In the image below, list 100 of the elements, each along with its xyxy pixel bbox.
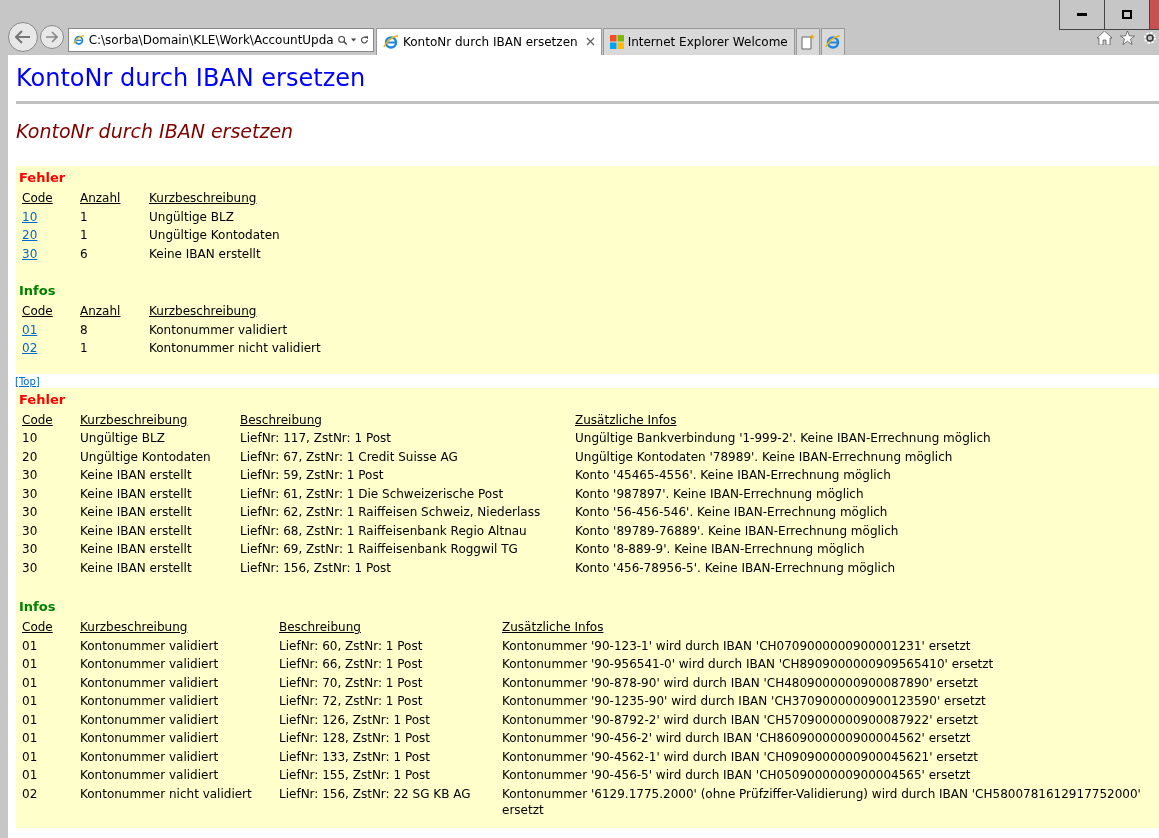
table-cell-text: 01	[21, 656, 39, 673]
table-cell-text: 01	[21, 693, 39, 710]
table-cell-text: 1	[79, 227, 89, 244]
table-cell-text: LiefNr: 67, ZstNr: 1 Credit Suisse AG	[239, 448, 459, 466]
table-cell-text: Kontonummer validiert	[79, 656, 220, 673]
table-cell-text: Kontonummer nicht validiert	[79, 785, 253, 803]
address-bar[interactable]: C:\sorba\Domain\KLE\Work\AccountUpda	[68, 28, 374, 52]
column-header: Beschreibung	[239, 411, 323, 429]
code-link[interactable]: 30	[22, 246, 38, 261]
table-cell-text: Kontonummer '90-123-1' wird durch IBAN 'CH0709000000900001231' ersetzt	[501, 637, 972, 655]
table-cell-text: 8	[79, 321, 89, 339]
table-cell-text: 30	[21, 504, 39, 521]
home-icon[interactable]	[1097, 31, 1112, 45]
table-cell-text: 01	[21, 637, 39, 655]
table-cell-text: Konto '56-456-546'. Keine IBAN-Errechnung möglich	[574, 504, 889, 521]
top-link[interactable]: [Top]	[15, 375, 40, 387]
table-cell-text: 01	[21, 674, 39, 692]
ie-logo-icon	[383, 34, 399, 50]
table-cell-text: 30	[21, 541, 39, 558]
table-cell-text: Konto '8-889-9'. Keine IBAN-Errechnung möglich	[574, 541, 866, 558]
code-link[interactable]: 01	[22, 322, 38, 337]
table-cell-text: 20	[21, 448, 39, 466]
table-cell-text: 02	[21, 785, 39, 803]
table-cell-text: LiefNr: 69, ZstNr: 1 Raiffeisenbank Roggwil TG	[239, 541, 519, 558]
table-cell-text: 1	[79, 340, 89, 357]
column-header: Code	[21, 190, 54, 207]
table-cell-text: LiefNr: 68, ZstNr: 1 Raiffeisenbank Regio Altnau	[239, 522, 528, 540]
column-header: Kurzbeschreibung	[79, 619, 189, 636]
page-title: KontoNr durch IBAN ersetzen	[16, 63, 367, 94]
column-header: Anzahl	[79, 303, 122, 320]
table-cell-text: LiefNr: 66, ZstNr: 1 Post	[278, 656, 424, 673]
table-cell-text: Kontonummer '90-956541-0' wird durch IBAN 'CH8909000000909565410' ersetzt	[501, 656, 995, 673]
table-cell-text: 30	[21, 485, 39, 503]
table-cell-text: Kontonummer '6129.1775.2000' (ohne Prüfziffer-Validierung) wird durch IBAN 'CH5800781612917752000' ersetzt	[501, 785, 1142, 819]
table-cell-text: LiefNr: 59, ZstNr: 1 Post	[239, 467, 385, 484]
maximize-icon	[1122, 10, 1132, 19]
forward-button[interactable]	[40, 25, 64, 49]
table-cell-text: Ungültige BLZ	[79, 430, 166, 447]
table-cell-text: Konto '987897'. Keine IBAN-Errechnung möglich	[574, 485, 865, 503]
table-cell-text: LiefNr: 126, ZstNr: 1 Post	[278, 711, 431, 729]
table-cell-text: Keine IBAN erstellt	[79, 541, 193, 558]
column-header: Beschreibung	[278, 619, 362, 636]
browser-tab[interactable]: KontoNr durch IBAN ersetzen	[376, 28, 602, 55]
table-cell-text: Keine IBAN erstellt	[79, 522, 193, 540]
table-cell-text: Ungültige BLZ	[148, 208, 235, 226]
section-heading: Fehler	[19, 391, 67, 407]
ie-logo-icon	[73, 32, 85, 48]
table-cell-text: LiefNr: 61, ZstNr: 1 Die Schweizerische Post	[239, 485, 505, 503]
column-header: Code	[21, 619, 54, 636]
section-heading: Infos	[19, 599, 57, 614]
star-icon[interactable]	[1120, 31, 1135, 45]
table-cell-text: Kontonummer validiert	[79, 674, 220, 692]
back-button[interactable]	[8, 22, 38, 52]
table-cell-text: Konto '45465-4556'. Keine IBAN-Errechnung möglich	[574, 467, 892, 484]
section-heading: Fehler	[19, 170, 67, 185]
new-tab-icon	[800, 34, 815, 50]
page-subtitle: KontoNr durch IBAN ersetzen	[16, 119, 295, 144]
column-header: Kurzbeschreibung	[79, 411, 189, 429]
browser-button[interactable]	[820, 28, 845, 55]
code-link[interactable]: 02	[22, 341, 38, 355]
table-cell-text: Kontonummer validiert	[79, 693, 220, 710]
table-cell-text: LiefNr: 133, ZstNr: 1 Post	[278, 748, 431, 766]
column-header: Code	[21, 411, 54, 429]
table-cell-text: Keine IBAN erstellt	[79, 504, 193, 521]
refresh-icon[interactable]	[360, 34, 369, 46]
code-link[interactable]: 20	[22, 228, 38, 242]
minimize-icon	[1077, 13, 1087, 16]
table-cell-text: Kontonummer validiert	[79, 767, 220, 784]
table-cell-text: Keine IBAN erstellt	[79, 559, 193, 577]
table-cell-text: Kontonummer '90-4562-1' wird durch IBAN 'CH0909000000900045621' ersetzt	[501, 748, 980, 766]
minimize-button[interactable]	[1059, 0, 1105, 30]
ie-logo-icon	[824, 34, 841, 50]
settings-icon[interactable]	[1143, 31, 1157, 45]
table-cell-text: 1	[79, 208, 89, 226]
table-cell-text: 01	[21, 767, 39, 784]
table-cell-text: LiefNr: 70, ZstNr: 1 Post	[278, 674, 424, 692]
table-cell-text: Ungültige Kontodaten	[148, 227, 281, 244]
table-cell-text: LiefNr: 155, ZstNr: 1 Post	[278, 767, 431, 784]
table-cell-text: LiefNr: 128, ZstNr: 1 Post	[278, 730, 431, 747]
table-cell-text: Kontonummer validiert	[79, 711, 220, 729]
table-cell-text: LiefNr: 72, ZstNr: 1 Post	[278, 693, 424, 710]
table-cell-text: 01	[21, 730, 39, 747]
code-link[interactable]: 10	[22, 209, 38, 224]
table-cell-text: Kontonummer '90-1235-90' wird durch IBAN 'CH3709000000900123590' ersetzt	[501, 693, 987, 710]
table-cell-text: Ungültige Kontodaten	[79, 448, 212, 466]
new-tab-button[interactable]	[795, 28, 820, 55]
table-cell-text: Kontonummer '90-878-90' wird durch IBAN 'CH4809000000900087890' ersetzt	[501, 674, 980, 692]
table-cell-text: Ungültige Kontodaten '78989'. Keine IBAN-Errechnung möglich	[574, 448, 954, 466]
browser-tab[interactable]: Internet Explorer Welcome	[602, 28, 795, 55]
column-header: Zusätzliche Infos	[574, 411, 678, 429]
forward-arrow-icon	[46, 31, 58, 43]
table-cell-text: Keine IBAN erstellt	[148, 245, 262, 263]
dropdown-caret-icon[interactable]	[351, 38, 357, 42]
table-cell-text: Konto '456-78956-5'. Keine IBAN-Errechnung möglich	[574, 559, 897, 577]
table-cell-text: LiefNr: 156, ZstNr: 1 Post	[239, 559, 392, 577]
table-cell-text: LiefNr: 156, ZstNr: 22 SG KB AG	[278, 785, 472, 803]
column-header: Kurzbeschreibung	[148, 303, 258, 320]
table-cell-text: Kontonummer '90-8792-2' wird durch IBAN 'CH5709000000900087922' ersetzt	[501, 711, 980, 729]
table-cell-text: Kontonummer validiert	[79, 730, 220, 747]
search-icon[interactable]	[337, 33, 348, 47]
